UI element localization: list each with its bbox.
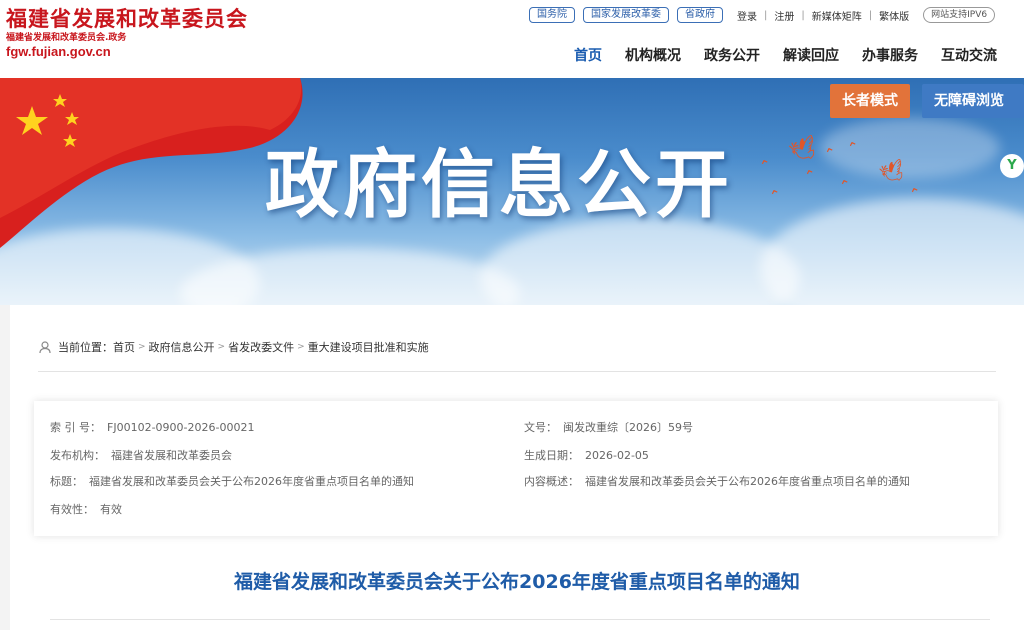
dove-icon: ⌃ [757, 156, 775, 176]
site-header: 福建省发展和改革委员会 福建省发展和改革委员会.政务 fgw.fujian.go… [0, 0, 1024, 78]
cloud [760, 198, 1024, 305]
link-provincial-gov[interactable]: 省政府 [677, 7, 723, 23]
meta-index: 索 引 号： FJ00102-0900-2026-00021 [50, 419, 254, 435]
nav-services[interactable]: 办事服务 [862, 45, 918, 65]
new-media-link[interactable]: 新媒体矩阵 [812, 8, 862, 23]
meta-org-value: 福建省发展和改革委员会 [111, 449, 232, 462]
meta-validity-value: 有效 [100, 503, 122, 516]
meta-date: 生成日期： 2026-02-05 [524, 447, 649, 463]
nav-about[interactable]: 机构概况 [625, 45, 681, 65]
meta-docno: 文号： 闽发改重综〔2026〕59号 [524, 419, 693, 435]
dove-icon: ⌃ [767, 186, 785, 206]
meta-date-value: 2026-02-05 [585, 449, 649, 462]
register-link[interactable]: 注册 [774, 8, 794, 23]
chevron-right-icon: > [297, 342, 305, 352]
meta-org-label: 发布机构： [50, 449, 105, 462]
nav-home[interactable]: 首页 [574, 45, 602, 65]
floating-service-icon[interactable]: Y [1000, 154, 1024, 178]
banner-title: 政府信息公开 [265, 142, 733, 228]
divider [50, 619, 990, 620]
meta-docno-value: 闽发改重综〔2026〕59号 [563, 421, 693, 434]
separator: | [868, 9, 873, 21]
nav-gov-affairs[interactable]: 政务公开 [704, 45, 760, 65]
content-panel: 当前位置： 首页 > 政府信息公开 > 省发改委文件 > 重大建设项目批准和实施… [10, 305, 1024, 630]
meta-index-value: FJ00102-0900-2026-00021 [107, 421, 255, 434]
meta-date-label: 生成日期： [524, 449, 579, 462]
meta-docno-label: 文号： [524, 421, 557, 434]
traditional-chinese-link[interactable]: 繁体版 [879, 8, 909, 23]
elder-mode-button[interactable]: 长者模式 [830, 84, 910, 118]
utility-links: 登录 | 注册 | 新媒体矩阵 | 繁体版 [737, 8, 909, 23]
meta-title-label: 标题： [50, 475, 83, 488]
breadcrumb-gov-info[interactable]: 政府信息公开 [149, 339, 215, 355]
accessibility-button[interactable]: 无障碍浏览 [922, 84, 1024, 118]
meta-validity: 有效性： 有效 [50, 501, 122, 517]
meta-org: 发布机构： 福建省发展和改革委员会 [50, 447, 232, 463]
nav-interaction[interactable]: 互动交流 [941, 45, 997, 65]
nav-interpretation[interactable]: 解读回应 [783, 45, 839, 65]
document-metadata: 索 引 号： FJ00102-0900-2026-00021 文号： 闽发改重综〔2… [34, 401, 998, 536]
breadcrumb-home[interactable]: 首页 [113, 339, 135, 355]
meta-index-label: 索 引 号： [50, 421, 101, 434]
site-logo[interactable]: 福建省发展和改革委员会 福建省发展和改革委员会.政务 fgw.fujian.go… [6, 6, 286, 60]
ipv6-badge: 网站支持IPV6 [923, 7, 996, 23]
breadcrumb: 当前位置： 首页 > 政府信息公开 > 省发改委文件 > 重大建设项目批准和实施 [38, 339, 429, 355]
link-ndrc[interactable]: 国家发展改革委 [583, 7, 669, 23]
breadcrumb-major-projects[interactable]: 重大建设项目批准和实施 [308, 339, 429, 355]
top-links: 国务院 国家发展改革委 省政府 登录 | 注册 | 新媒体矩阵 | 繁体版 网站… [529, 6, 996, 24]
logo-title: 福建省发展和改革委员会 [6, 6, 248, 31]
meta-title-value: 福建省发展和改革委员会关于公布2026年度省重点项目名单的通知 [89, 475, 414, 488]
logo-domain: fgw.fujian.gov.cn [6, 44, 111, 59]
meta-summary-label: 内容概述： [524, 475, 579, 488]
banner: 🕊 ⌃ ⌃ ⌃ 🕊 ⌃ ⌃ ⌃ ⌃ 政府信息公开 长者模式 无障碍浏览 Y [0, 78, 1024, 305]
logo-subtitle: 福建省发展和改革委员会.政务 [6, 33, 127, 43]
meta-summary: 内容概述： 福建省发展和改革委员会关于公布2026年度省重点项目名单的通知 [524, 473, 910, 489]
meta-validity-label: 有效性： [50, 503, 94, 516]
meta-summary-value: 福建省发展和改革委员会关于公布2026年度省重点项目名单的通知 [585, 475, 910, 488]
separator: | [764, 9, 768, 21]
main-nav: 首页 机构概况 政务公开 解读回应 办事服务 互动交流 [574, 44, 997, 66]
breadcrumb-ndrc-docs[interactable]: 省发改委文件 [228, 339, 294, 355]
dove-icon: ⌃ [837, 176, 855, 196]
link-state-council[interactable]: 国务院 [529, 7, 575, 23]
chevron-right-icon: > [217, 342, 226, 352]
cloud [480, 218, 800, 305]
separator: | [801, 9, 805, 21]
chevron-right-icon: > [138, 342, 146, 352]
document-title: 福建省发展和改革委员会关于公布2026年度省重点项目名单的通知 [234, 571, 800, 593]
breadcrumb-prefix: 当前位置： [58, 341, 113, 354]
dove-icon: ⌃ [802, 166, 820, 186]
dove-icon: 🕊 [786, 133, 822, 168]
login-link[interactable]: 登录 [737, 8, 757, 23]
location-icon [39, 341, 51, 354]
divider [38, 371, 996, 372]
meta-title: 标题： 福建省发展和改革委员会关于公布2026年度省重点项目名单的通知 [50, 473, 414, 489]
